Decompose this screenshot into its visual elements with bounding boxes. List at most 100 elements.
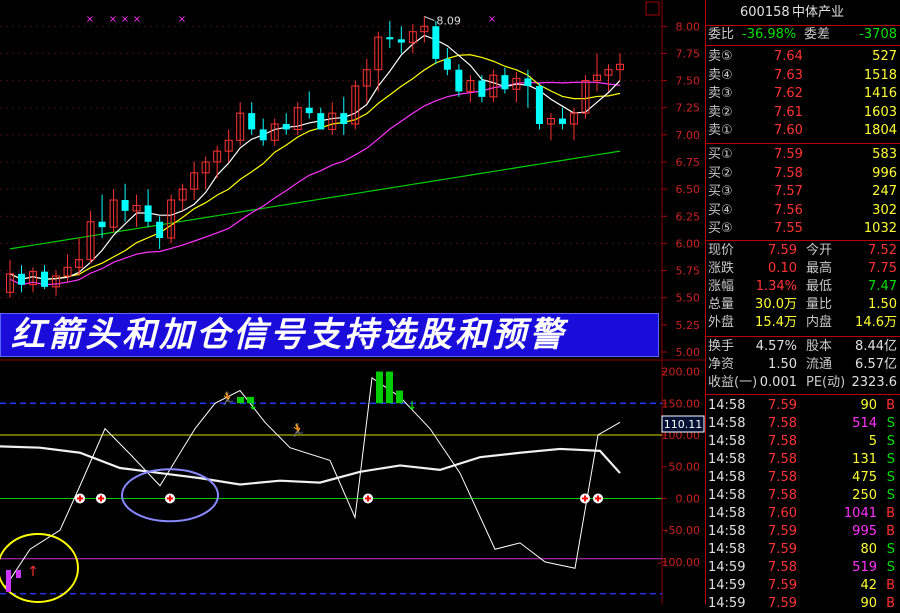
quote-value: 7.75 — [868, 261, 897, 276]
quote-label: 总量 — [708, 297, 735, 312]
ask-price: 7.60 — [774, 123, 803, 138]
panel-separator — [706, 240, 900, 241]
ask-label: 卖④ — [708, 67, 733, 83]
runner-icon: 🏃 — [290, 423, 306, 439]
ind-tick-label: 0.00 — [676, 492, 701, 505]
candle-body — [144, 205, 152, 222]
ma20-line — [9, 81, 621, 286]
ask-volume: 1416 — [863, 86, 897, 101]
tick-volume: 995 — [852, 524, 877, 539]
bid-volume: 996 — [872, 165, 897, 181]
signal-marker: × — [488, 14, 496, 25]
ask-row: 卖⑤ 7.64 527 — [706, 48, 900, 66]
tick-side: S — [886, 470, 895, 485]
tick-side: S — [886, 560, 895, 575]
quote-value: 7.47 — [868, 279, 897, 294]
quote-value: 15.4万 — [755, 315, 797, 330]
fund-value: 0.001 — [759, 375, 797, 390]
up-arrow-icon: ↑ — [27, 564, 39, 580]
scroll-box — [645, 1, 660, 16]
quote-label: 量比 — [806, 297, 833, 312]
fund-label: PE(动) — [806, 375, 846, 390]
tick-row: 14:58 7.58 5 S — [706, 433, 900, 451]
runner-icon: 🏃 — [220, 391, 236, 407]
bid-row: 买① 7.59 583 — [706, 146, 900, 164]
ind-bar — [386, 371, 393, 404]
candle-body — [305, 107, 313, 114]
tick-price: 7.58 — [768, 488, 797, 503]
chart-area[interactable]: 8.00 7.75 7.50 7.25 7.00 6.75 6.50 6.25 6.00 5.75… — [0, 0, 705, 604]
bid-label: 买④ — [708, 202, 733, 218]
diff-label: 委差 — [804, 27, 831, 42]
bid-label: 买⑤ — [708, 221, 733, 236]
ask-row: 卖③ 7.62 1416 — [706, 85, 900, 103]
tick-time: 14:58 — [708, 470, 746, 485]
tick-price: 7.58 — [768, 470, 797, 485]
ma5-line — [9, 34, 621, 280]
ind-tick-label: 150.00 — [662, 397, 701, 410]
quote-label: 现价 — [708, 243, 735, 258]
fund-value: 8.44亿 — [855, 339, 897, 354]
fundamental-row: 收益(一) 0.001 PE(动) 2323.6 — [706, 374, 900, 392]
quote-label: 涨跌 — [708, 261, 735, 276]
candle-body — [535, 86, 543, 124]
tick-price: 7.58 — [768, 416, 797, 431]
fund-label: 收益(一) — [708, 375, 758, 390]
bid-row: 买⑤ 7.55 1032 — [706, 220, 900, 238]
bid-price: 7.58 — [774, 165, 803, 181]
ind-tick-label: -100.00 — [658, 556, 700, 569]
tick-side: S — [886, 542, 895, 557]
tick-row: 14:59 7.59 90 B — [706, 595, 900, 613]
tick-volume: 90 — [860, 398, 877, 413]
tick-price: 7.59 — [768, 596, 797, 611]
tick-side: B — [886, 524, 895, 539]
candle-body — [41, 271, 49, 287]
tick-row: 14:58 7.58 514 S — [706, 415, 900, 433]
tick-side: S — [886, 488, 895, 503]
candle-body — [478, 80, 486, 97]
down-arrow-icon: ↓ — [407, 398, 417, 412]
candle-body — [259, 129, 267, 141]
stock-header: 600158 中体产业 — [706, 4, 900, 22]
tick-time: 14:58 — [708, 416, 746, 431]
tick-volume: 1041 — [843, 506, 877, 521]
quote-value: 1.34% — [755, 279, 797, 294]
tick-volume: 80 — [860, 542, 877, 557]
fund-value: 6.57亿 — [855, 357, 897, 372]
ma10-line — [9, 54, 621, 280]
signal-marker: × — [109, 14, 117, 25]
quote-label: 最低 — [806, 279, 833, 294]
tick-row: 14:58 7.59 995 B — [706, 523, 900, 541]
quote-panel: 600158 中体产业 委比 -36.98% 委差 -3708 卖⑤ 7.64 527 卖④ 7.6… — [705, 0, 900, 611]
price-tick-label: 7.25 — [676, 102, 701, 115]
bid-price: 7.55 — [774, 221, 803, 236]
ind-bar-magenta — [6, 570, 11, 592]
tick-volume: 90 — [860, 596, 877, 611]
panel-separator — [706, 45, 900, 46]
peak-pointer — [424, 16, 435, 21]
quote-label: 最高 — [806, 261, 833, 276]
tick-side: B — [886, 398, 895, 413]
price-tick-label: 6.50 — [676, 183, 701, 196]
candle-body — [558, 118, 566, 124]
candle-body — [524, 78, 532, 86]
tick-side: B — [886, 506, 895, 521]
fund-value: 4.57% — [755, 339, 797, 354]
bid-volume: 247 — [872, 184, 897, 199]
candle-body — [156, 221, 164, 238]
quote-row: 总量 30.0万 量比 1.50 — [706, 296, 900, 314]
ask-label: 卖③ — [708, 86, 733, 101]
candle-body — [98, 221, 106, 228]
promo-banner: 红箭头和加仓信号支持选股和预警 — [0, 313, 659, 357]
ask-label: 卖① — [708, 123, 733, 138]
candle-body — [317, 113, 325, 130]
fund-label: 净资 — [708, 357, 735, 372]
tick-time: 14:58 — [708, 488, 746, 503]
tick-volume: 514 — [852, 416, 877, 431]
candle-body — [397, 39, 405, 43]
ratio-label: 委比 — [708, 27, 735, 42]
candle-body — [121, 200, 129, 211]
ask-row: 卖④ 7.63 1518 — [706, 67, 900, 85]
price-tick-label: 5.00 — [676, 346, 701, 359]
tick-volume: 42 — [860, 578, 877, 593]
